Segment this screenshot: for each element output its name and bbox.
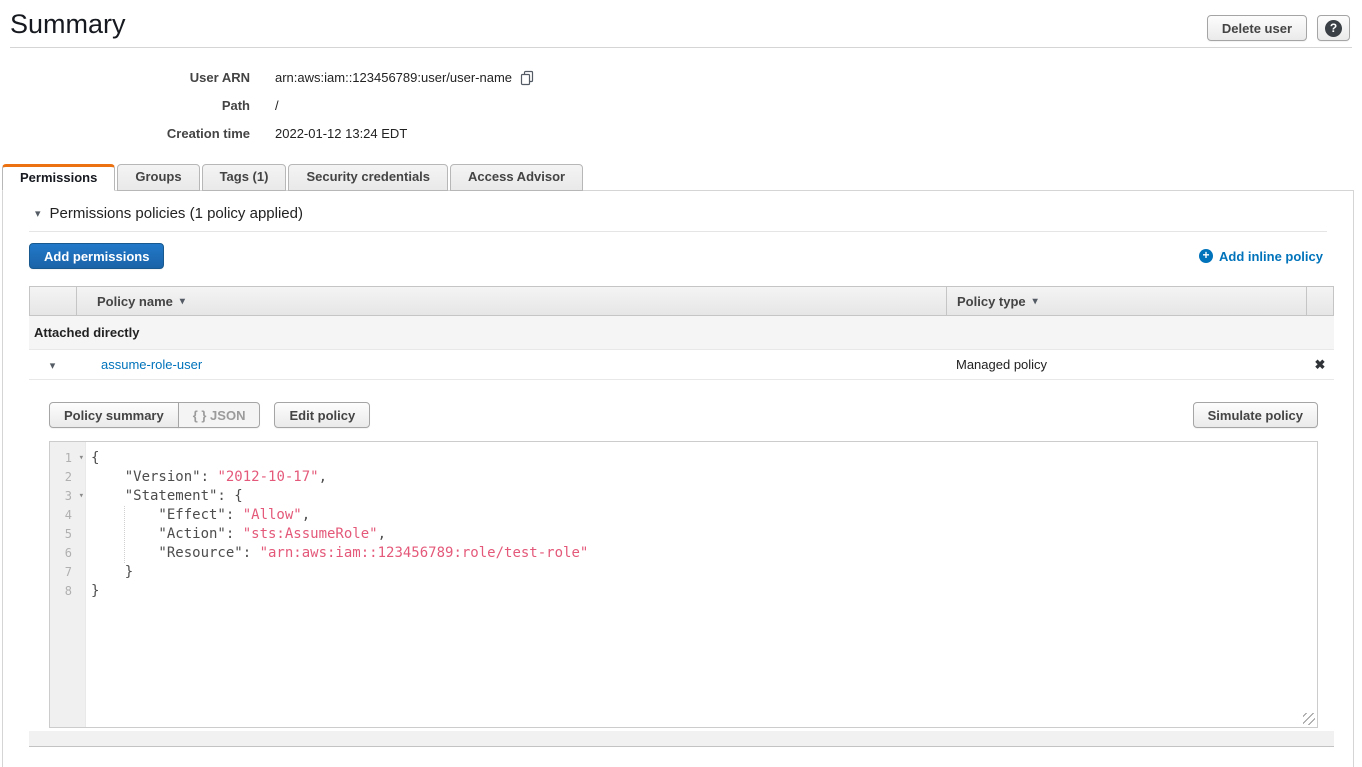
creation-time-value: 2022-01-12 13:24 EDT <box>275 126 407 141</box>
tab-groups[interactable]: Groups <box>117 164 199 191</box>
tab-bar: Permissions Groups Tags (1) Security cre… <box>0 164 1362 190</box>
header-actions: Delete user ? <box>1207 15 1350 41</box>
info-row-path: Path / <box>0 91 1362 119</box>
user-arn-label: User ARN <box>0 70 250 85</box>
line-number: 5 <box>50 525 85 544</box>
policy-type-value: Managed policy <box>956 357 1047 372</box>
row-expand-arrow-icon: ▾ <box>50 360 56 372</box>
page-header: Summary Delete user ? <box>0 0 1362 47</box>
path-label: Path <box>0 98 250 113</box>
collapse-arrow-icon: ▾ <box>35 207 41 220</box>
copy-icon[interactable] <box>519 70 535 86</box>
tab-access-advisor[interactable]: Access Advisor <box>450 164 583 191</box>
user-info-block: User ARN arn:aws:iam::123456789:user/use… <box>0 63 1362 147</box>
fold-arrow-icon[interactable]: ▾ <box>79 449 84 468</box>
editor-line-number-gutter: 1▾ 2 3▾ 4 5 6 7 8 <box>50 442 86 727</box>
attached-directly-group-row: Attached directly <box>29 316 1334 350</box>
info-row-user-arn: User ARN arn:aws:iam::123456789:user/use… <box>0 63 1362 91</box>
policy-name-link[interactable]: assume-role-user <box>101 357 202 372</box>
policy-summary-button[interactable]: Policy summary <box>49 402 179 428</box>
permissions-tab-panel: ▾ Permissions policies (1 policy applied… <box>2 190 1354 767</box>
line-number: 8 <box>50 582 85 601</box>
resize-handle-icon[interactable] <box>1303 713 1315 725</box>
path-value: / <box>275 98 279 113</box>
plus-circle-icon: + <box>1199 249 1213 263</box>
add-inline-policy-link[interactable]: + Add inline policy <box>1199 249 1323 264</box>
tab-tags[interactable]: Tags (1) <box>202 164 287 191</box>
policies-table-header: Policy name ▾ Policy type ▾ <box>29 286 1334 316</box>
help-button[interactable]: ? <box>1317 15 1350 41</box>
table-footer-band <box>29 731 1334 747</box>
edit-policy-button[interactable]: Edit policy <box>274 402 370 428</box>
info-row-creation-time: Creation time 2022-01-12 13:24 EDT <box>0 119 1362 147</box>
json-policy-editor[interactable]: 1▾ 2 3▾ 4 5 6 7 8 { "Version": "2012-10-… <box>49 441 1318 728</box>
policies-table: Policy name ▾ Policy type ▾ Attached dir… <box>29 286 1334 747</box>
code-line: { <box>91 449 1317 468</box>
editor-code-area[interactable]: { "Version": "2012-10-17", "Statement": … <box>86 442 1317 727</box>
line-number: 1▾ <box>50 449 85 468</box>
tab-security-credentials[interactable]: Security credentials <box>288 164 448 191</box>
code-line: "Action": "sts:AssumeRole", <box>91 525 1317 544</box>
line-number: 3▾ <box>50 487 85 506</box>
code-line: "Statement": { <box>91 487 1317 506</box>
code-line: "Effect": "Allow", <box>91 506 1317 525</box>
sort-arrow-icon: ▾ <box>180 296 185 307</box>
permissions-policies-section-toggle[interactable]: ▾ Permissions policies (1 policy applied… <box>35 205 1353 222</box>
policy-type-column-header[interactable]: Policy type ▾ <box>947 287 1307 315</box>
line-number: 6 <box>50 544 85 563</box>
fold-arrow-icon[interactable]: ▾ <box>79 487 84 506</box>
policy-name-column-header[interactable]: Policy name ▾ <box>77 287 947 315</box>
sort-arrow-icon: ▾ <box>1033 296 1038 307</box>
page-title: Summary <box>10 9 1350 40</box>
permissions-policies-title: Permissions policies (1 policy applied) <box>50 205 303 222</box>
creation-time-label: Creation time <box>0 126 250 141</box>
line-number: 7 <box>50 563 85 582</box>
detach-policy-icon[interactable]: ✖ <box>1315 357 1326 372</box>
json-toggle-button[interactable]: { } JSON <box>178 402 261 428</box>
collapse-policy-row-toggle[interactable]: ▾ <box>29 357 76 372</box>
user-arn-value: arn:aws:iam::123456789:user/user-name <box>275 70 512 85</box>
help-icon: ? <box>1325 20 1342 37</box>
code-line: "Resource": "arn:aws:iam::123456789:role… <box>91 544 1317 563</box>
line-number: 2 <box>50 468 85 487</box>
policy-table-row: ▾ assume-role-user Managed policy ✖ <box>29 350 1334 380</box>
add-permissions-button[interactable]: Add permissions <box>29 243 164 269</box>
policy-detail-panel: Policy summary { } JSON Edit policy Simu… <box>29 402 1334 747</box>
add-inline-policy-label: Add inline policy <box>1219 249 1323 264</box>
expand-column-header <box>30 287 77 315</box>
line-number: 4 <box>50 506 85 525</box>
code-line: "Version": "2012-10-17", <box>91 468 1317 487</box>
header-divider <box>10 47 1352 48</box>
simulate-policy-button[interactable]: Simulate policy <box>1193 402 1318 428</box>
code-line: } <box>91 582 1317 601</box>
policy-detail-toolbar: Policy summary { } JSON Edit policy Simu… <box>49 402 1318 428</box>
policy-actions-row: Add permissions + Add inline policy <box>29 243 1323 269</box>
indent-guide <box>124 506 125 563</box>
actions-column-header <box>1307 287 1333 315</box>
tab-permissions[interactable]: Permissions <box>2 164 115 191</box>
section-divider <box>29 231 1327 232</box>
code-line: } <box>91 563 1317 582</box>
delete-user-button[interactable]: Delete user <box>1207 15 1307 41</box>
